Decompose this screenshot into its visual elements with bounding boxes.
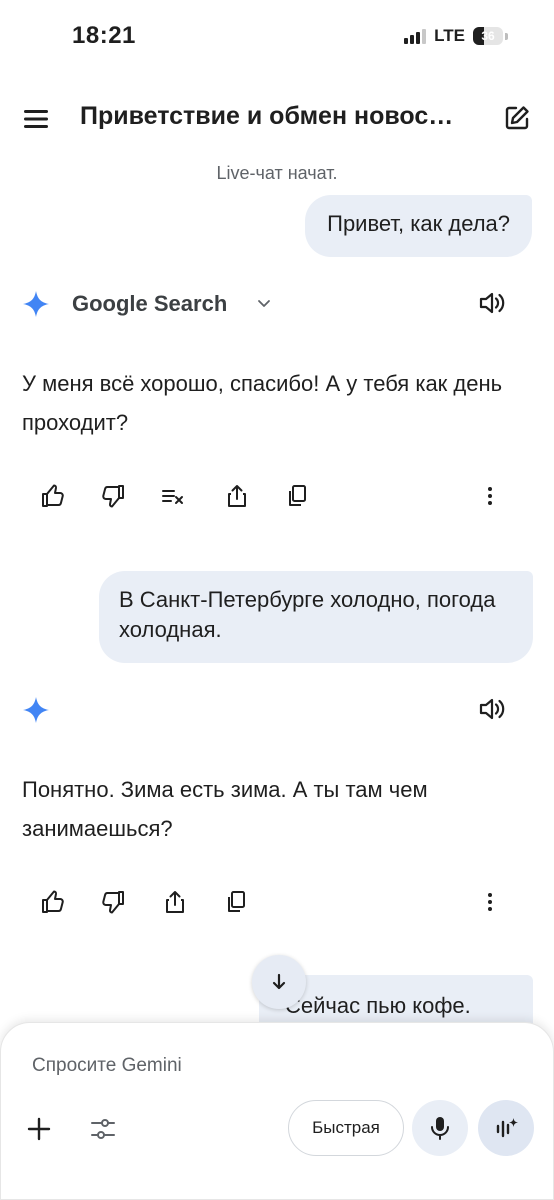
battery-level: 36 [481,29,495,43]
battery-icon: 36 [473,27,503,45]
speaker-icon[interactable] [476,694,506,724]
thumbs-up-icon[interactable] [40,889,66,915]
thumbs-down-icon[interactable] [100,483,126,509]
share-icon[interactable] [224,483,250,509]
gemini-spark-icon [23,291,49,317]
live-waveform-icon [496,1118,518,1138]
thumbs-up-icon[interactable] [40,483,66,509]
chat-title: Приветствие и обмен новос… [80,102,454,130]
model-mode-button[interactable]: Быстрая [288,1100,404,1156]
live-chat-notice: Live-чат начат. [216,163,338,183]
gemini-live-button[interactable] [478,1100,534,1156]
chevron-down-icon[interactable] [256,296,272,312]
modify-response-icon[interactable] [160,483,186,509]
status-indicators: LTE 36 [404,26,508,46]
gemini-response: У меня всё хорошо, спасибо! А у тебя как… [22,371,503,435]
more-options-icon[interactable] [477,483,503,509]
speaker-icon[interactable] [476,288,506,318]
tool-used-label[interactable]: Google Search [72,291,227,317]
tools-icon[interactable] [88,1114,118,1144]
menu-icon[interactable] [22,105,50,133]
network-label: LTE [434,26,465,45]
copy-icon[interactable] [224,889,250,915]
prompt-input[interactable] [32,1052,512,1080]
arrow-down-icon [272,973,286,990]
input-panel [0,1022,554,1200]
copy-icon[interactable] [285,483,311,509]
more-options-icon[interactable] [477,889,503,915]
gemini-spark-icon [23,697,49,723]
status-time: 18:21 [72,22,136,49]
edit-icon[interactable] [504,105,530,131]
scroll-to-bottom-button[interactable] [252,955,306,1009]
gemini-response: Понятно. Зима есть зима. А ты там чем за… [22,777,428,841]
user-message: В Санкт-Петербурге холодно, погода холод… [99,571,533,663]
share-icon[interactable] [162,889,188,915]
add-icon[interactable] [24,1114,54,1144]
microphone-icon [431,1117,449,1140]
user-message: Привет, как дела? [305,195,532,257]
microphone-button[interactable] [412,1100,468,1156]
thumbs-down-icon[interactable] [100,889,126,915]
signal-icon [404,28,427,44]
